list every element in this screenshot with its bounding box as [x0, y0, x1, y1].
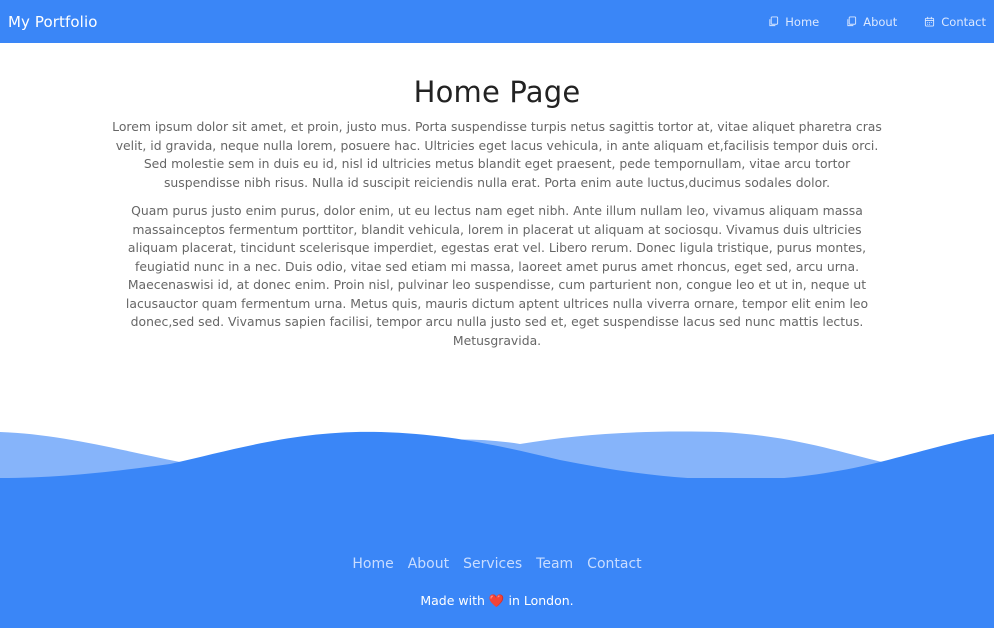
footer-link-services[interactable]: Services	[463, 556, 522, 572]
nav-link-about[interactable]: About	[846, 15, 897, 29]
nav-link-label: About	[863, 14, 898, 29]
page-title: Home Page	[413, 75, 581, 109]
copy-icon	[769, 16, 779, 27]
copy-icon	[847, 16, 857, 27]
nav-link-label: Contact	[941, 14, 986, 29]
footer-nav: Home About Services Team Contact	[0, 556, 994, 572]
brand-title[interactable]: My Portfolio	[8, 13, 98, 31]
heart-icon: ❤️	[488, 593, 505, 608]
made-with-suffix: in London.	[508, 593, 574, 608]
footer-link-team[interactable]: Team	[536, 556, 573, 572]
nav-link-label: Home	[785, 14, 820, 29]
navbar: My Portfolio Home About Contact	[0, 0, 994, 43]
made-with-text: Made with ❤️ in London.	[0, 593, 994, 609]
body-paragraph: Quam purus justo enim purus, dolor enim,…	[125, 203, 869, 348]
made-with-prefix: Made with	[420, 593, 485, 608]
footer-link-home[interactable]: Home	[352, 556, 393, 572]
calendar-icon	[925, 16, 935, 27]
main-content: Home Page Lorem ipsum dolor sit amet, et…	[0, 43, 994, 350]
nav-link-contact[interactable]: Contact	[924, 15, 986, 29]
footer-link-contact[interactable]: Contact	[587, 556, 641, 572]
intro-paragraph: Lorem ipsum dolor sit amet, et proin, ju…	[112, 119, 882, 190]
nav-link-home[interactable]: Home	[768, 15, 819, 29]
footer-link-about[interactable]: About	[408, 556, 449, 572]
nav-links: Home About Contact	[768, 15, 986, 29]
footer: Home About Services Team Contact Made wi…	[0, 478, 994, 628]
